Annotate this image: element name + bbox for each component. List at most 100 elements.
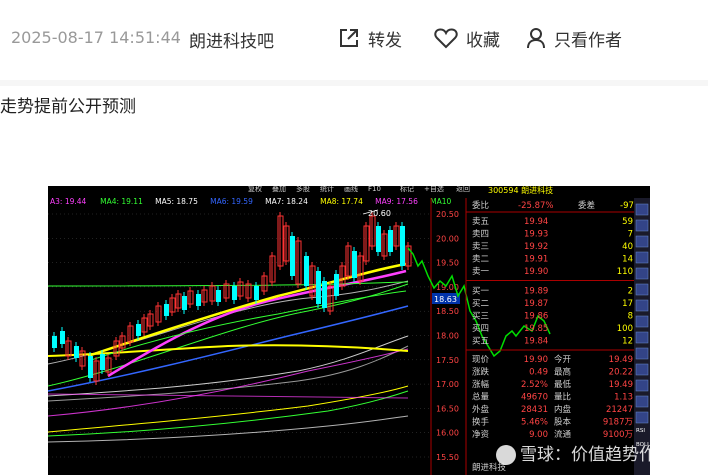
- ma-legend-item: A3: 19.44: [50, 197, 87, 206]
- candle-body: [376, 226, 381, 252]
- tool-icon[interactable]: [635, 411, 649, 424]
- buy-order-label: 买四: [472, 324, 489, 334]
- tool-icon[interactable]: [635, 235, 649, 248]
- chart-menu-item[interactable]: 返回: [456, 186, 470, 193]
- buy-order-label: 买一: [472, 287, 490, 297]
- stat-value: 9100万: [603, 430, 633, 440]
- ma-legend: A3: 19.44 MA4: 19.11 MA5: 18.75 MA6: 19.59 M…: [50, 197, 451, 206]
- candle-body: [216, 290, 221, 302]
- stock-title: 300594 朗进科技: [488, 186, 553, 195]
- price-tick-label: 17.50: [436, 356, 459, 365]
- stat-value: 19.49: [609, 355, 633, 365]
- tool-icon[interactable]: [635, 283, 649, 296]
- ma-legend-item: MA8: 17.74: [320, 197, 363, 206]
- sell-order-price: 19.94: [524, 217, 548, 227]
- stat-value: 9.00: [529, 430, 548, 440]
- tool-icon[interactable]: [635, 395, 649, 408]
- sell-order-volume: 40: [622, 242, 633, 252]
- tool-icon[interactable]: [635, 315, 649, 328]
- candle-body: [74, 346, 79, 358]
- buy-order-price: 19.85: [524, 324, 548, 334]
- weicha-value: -97: [620, 201, 634, 211]
- candle-body: [334, 274, 339, 296]
- sell-order-price: 19.93: [524, 230, 548, 240]
- candle-body: [304, 256, 309, 286]
- weicha-label: 委差: [578, 200, 595, 211]
- post-header: 2025-08-17 14:51:44 朗进科技吧 转发 收藏 只看作者: [0, 0, 708, 80]
- stat-value: 28431: [521, 405, 548, 415]
- tool-icon[interactable]: [635, 267, 649, 280]
- buy-order-volume: 2: [628, 287, 633, 297]
- stat-label: 涨幅: [472, 379, 490, 390]
- candle-body: [164, 304, 169, 316]
- candle-body: [290, 236, 295, 276]
- tool-icon[interactable]: [635, 363, 649, 376]
- stat-value: 19.90: [524, 355, 548, 365]
- price-tick-label: 15.50: [436, 453, 459, 462]
- stat-label: 换手: [472, 417, 490, 428]
- favorite-label: 收藏: [466, 30, 500, 51]
- tool-icon[interactable]: [635, 251, 649, 264]
- candle-body: [100, 354, 105, 370]
- sell-order-volume: 7: [628, 230, 633, 240]
- current-price-value: 18.63: [434, 295, 457, 304]
- stat-value: 9187万: [603, 418, 633, 428]
- stat-label: 量比: [554, 392, 571, 403]
- candle-body: [182, 296, 187, 310]
- price-tick-label: 16.50: [436, 404, 459, 413]
- stat-label: 股本: [554, 417, 572, 428]
- stat-value: 5.46%: [521, 418, 548, 428]
- sell-order-volume: 59: [622, 217, 633, 227]
- author-only-button[interactable]: 只看作者: [526, 26, 622, 51]
- stat-value: 49670: [521, 393, 548, 403]
- chart-menu-item[interactable]: 标记: [400, 186, 414, 193]
- price-tick-label: 19.50: [436, 259, 459, 268]
- buy-order-volume: 8: [628, 312, 633, 322]
- tool-icon[interactable]: [635, 331, 649, 344]
- sell-order-label: 卖三: [472, 242, 489, 252]
- stat-label: 内盘: [554, 404, 572, 415]
- chart-menu-item[interactable]: 统计: [320, 186, 334, 193]
- tool-icon[interactable]: [635, 203, 649, 216]
- sell-order-label: 卖四: [472, 230, 489, 240]
- candle-body: [322, 281, 327, 308]
- candle-body: [232, 286, 237, 300]
- tool-label[interactable]: RSI: [636, 428, 645, 434]
- author-only-label: 只看作者: [554, 30, 622, 51]
- tool-icon[interactable]: [635, 347, 649, 360]
- buy-order-volume: 17: [622, 299, 633, 309]
- chart-menu-item[interactable]: 复权: [248, 186, 262, 193]
- post-body-text: 走势提前公开预测: [0, 97, 136, 117]
- candle-body: [196, 294, 201, 306]
- candle-body: [352, 251, 357, 278]
- buy-order-label: 买二: [472, 299, 490, 309]
- price-tick-label: 20.50: [436, 210, 459, 219]
- buy-order-price: 19.86: [524, 312, 548, 322]
- ma-legend-item: MA5: 18.75: [155, 197, 198, 206]
- candle-body: [388, 230, 393, 252]
- price-axis: 20.5020.0019.5019.0018.5018.0017.5017.00…: [436, 210, 459, 462]
- chart-menu-item[interactable]: 叠加: [272, 186, 286, 193]
- share-button[interactable]: 转发: [338, 26, 402, 51]
- sell-order-volume: 14: [622, 255, 633, 265]
- chart-menu-item[interactable]: F10: [368, 186, 381, 193]
- chart-menu-item[interactable]: +自选: [424, 186, 444, 193]
- stat-label: 今开: [554, 354, 572, 365]
- tool-icon[interactable]: [635, 379, 649, 392]
- chart-menu-item[interactable]: 画线: [344, 186, 358, 193]
- kline-chart: 复权 叠加 多股 统计 画线 F10 标记 +自选 返回 A3: 19.44 MA4: 19.11…: [48, 186, 650, 475]
- ma-legend-item: MA6: 19.59: [210, 197, 253, 206]
- order-book-panel: 委比 -25.87% 委差 -97 卖五 19.94 59 卖四 19.93 7 卖三 19.92 40…: [466, 200, 634, 473]
- ma-legend-item: MA4: 19.11: [100, 197, 143, 206]
- tool-icon[interactable]: [635, 299, 649, 312]
- price-tick-label: 17.00: [436, 380, 459, 389]
- candle-body: [400, 226, 405, 266]
- share-label: 转发: [368, 30, 402, 51]
- person-icon: [527, 28, 545, 49]
- stat-label: 外盘: [472, 404, 490, 415]
- bar-name-link[interactable]: 朗进科技吧: [189, 27, 274, 52]
- sell-order-label: 卖五: [472, 217, 490, 227]
- tool-icon[interactable]: [635, 219, 649, 232]
- chart-menu-item[interactable]: 多股: [296, 186, 310, 193]
- favorite-button[interactable]: 收藏: [434, 26, 500, 51]
